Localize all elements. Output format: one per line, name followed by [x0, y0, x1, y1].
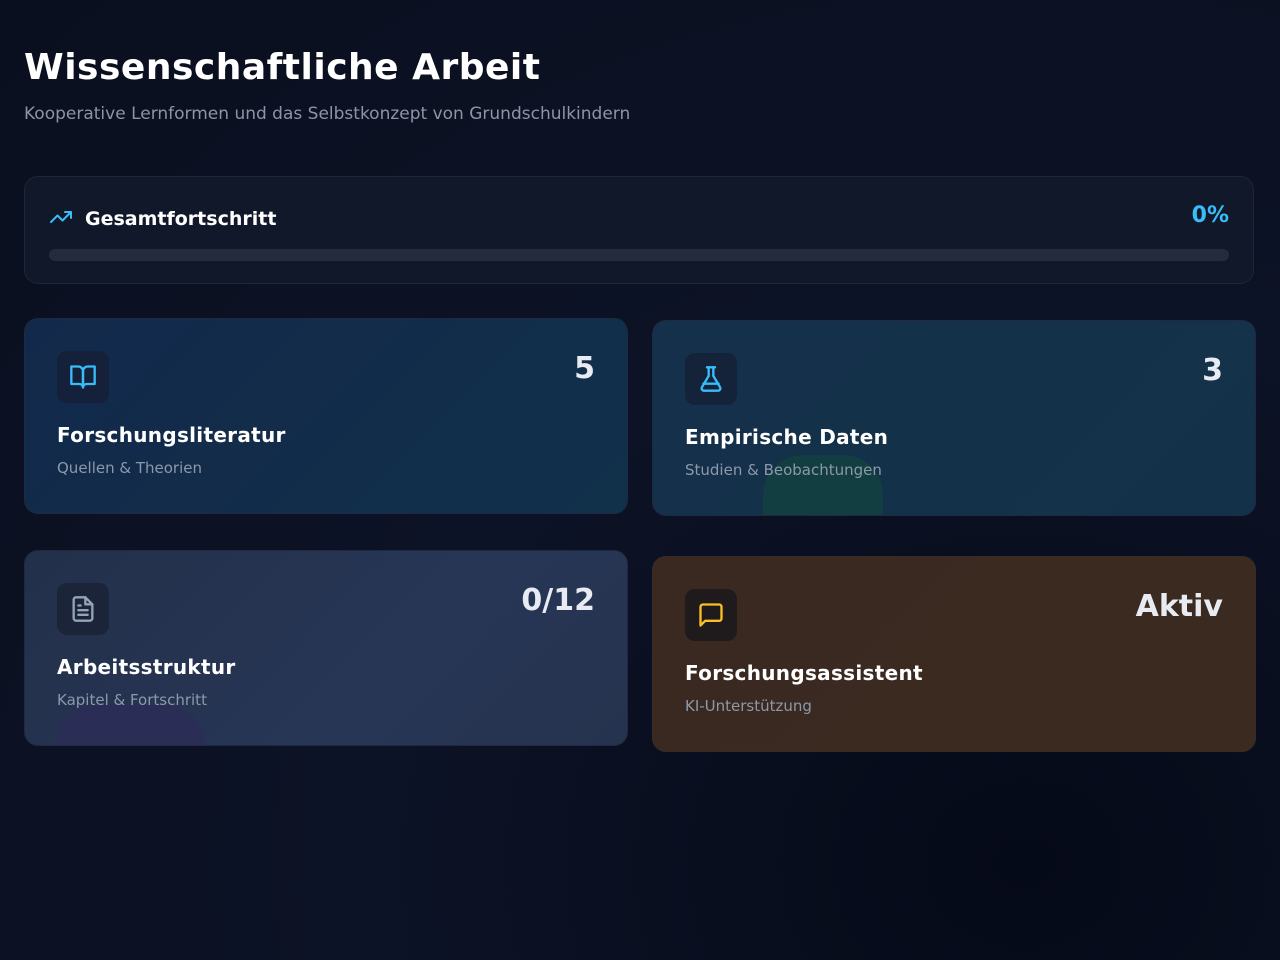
card-title: Empirische Daten — [685, 425, 889, 449]
progress-bar — [49, 249, 1229, 261]
card-research-assistant[interactable]: Aktiv Forschungsassistent KI-Unterstützu… — [652, 556, 1256, 752]
card-status: Aktiv — [1135, 589, 1223, 624]
card-count: 5 — [574, 351, 595, 386]
page-title: Wissenschaftliche Arbeit — [24, 47, 541, 88]
card-subtitle: KI-Unterstützung — [685, 697, 812, 715]
progress-label: Gesamtfortschritt — [85, 208, 277, 230]
book-open-icon — [57, 351, 109, 403]
flask-icon — [685, 353, 737, 405]
card-empirical-data[interactable]: 3 Empirische Daten Studien & Beobachtung… — [652, 320, 1256, 516]
card-work-structure[interactable]: 0/12 Arbeitsstruktur Kapitel & Fortschri… — [24, 550, 628, 746]
message-square-icon — [685, 589, 737, 641]
trending-up-icon — [49, 205, 73, 233]
card-count: 3 — [1202, 353, 1223, 388]
card-subtitle: Kapitel & Fortschritt — [57, 691, 207, 709]
card-subtitle: Studien & Beobachtungen — [685, 461, 882, 479]
card-subtitle: Quellen & Theorien — [57, 459, 202, 477]
page-header: Wissenschaftliche Arbeit Kooperative Ler… — [24, 46, 630, 124]
progress-header: Gesamtfortschritt — [49, 205, 276, 233]
progress-percent: 0% — [1191, 203, 1229, 228]
file-text-icon — [57, 583, 109, 635]
card-count: 0/12 — [521, 583, 595, 618]
card-research-literature[interactable]: 5 Forschungsliteratur Quellen & Theorien — [24, 318, 628, 514]
card-title: Forschungsliteratur — [57, 423, 286, 447]
card-title: Forschungsassistent — [685, 661, 923, 685]
overall-progress-card: Gesamtfortschritt 0% — [24, 176, 1254, 284]
card-title: Arbeitsstruktur — [57, 655, 236, 679]
page-subtitle: Kooperative Lernformen und das Selbstkon… — [24, 104, 631, 124]
